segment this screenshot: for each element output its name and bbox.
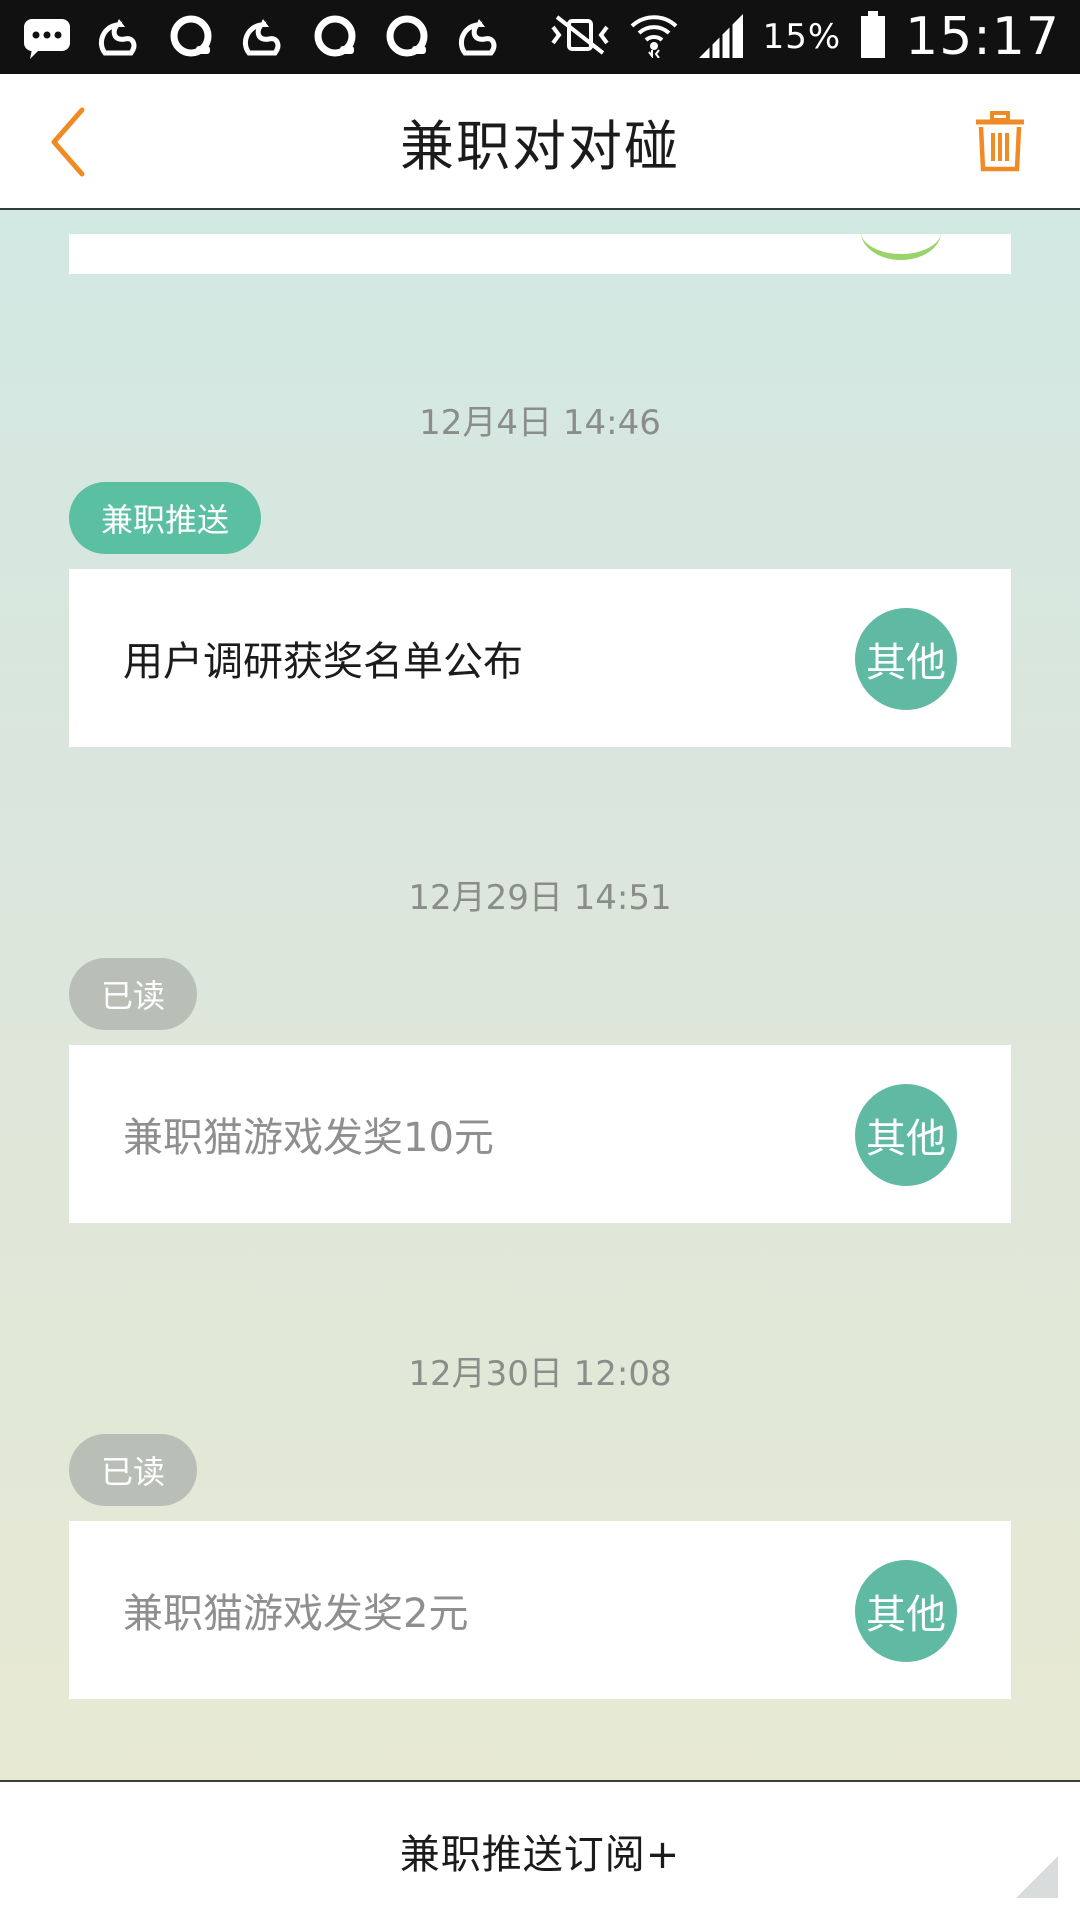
category-badge: 其他	[855, 608, 957, 710]
uc-browser-icon	[94, 12, 144, 62]
battery-icon	[859, 10, 887, 64]
message-card[interactable]: 用户调研获奖名单公布 其他	[69, 569, 1011, 747]
uc-browser-icon	[238, 12, 288, 62]
delete-button[interactable]	[970, 104, 1030, 180]
category-badge: 其他	[855, 1084, 957, 1186]
message-list[interactable]: 12月4日 14:46 兼职推送 用户调研获奖名单公布 其他 12月29日 14…	[0, 210, 1080, 1780]
category-badge: 其他	[855, 1560, 957, 1662]
message-card-partial[interactable]	[69, 234, 1011, 274]
clock: 15:17	[905, 7, 1060, 67]
signal-icon	[697, 12, 745, 62]
qq-icon	[382, 12, 432, 62]
message-timestamp: 12月30日 12:08	[408, 1354, 672, 1394]
qq-icon	[310, 12, 360, 62]
trash-icon	[976, 111, 1024, 172]
vibrate-mute-icon	[549, 15, 611, 59]
message-title: 兼职猫游戏发奖2元	[123, 1591, 469, 1637]
app-header: 兼职对对碰	[0, 74, 1080, 210]
notification-icons	[22, 0, 504, 74]
message-timestamp: 12月4日 14:46	[419, 403, 661, 443]
subscribe-button[interactable]: 兼职推送订阅+	[0, 1782, 1080, 1920]
page-title: 兼职对对碰	[400, 114, 680, 178]
chat-bubble-icon	[22, 12, 72, 62]
message-timestamp: 12月29日 14:51	[408, 878, 672, 918]
uc-browser-icon	[454, 12, 504, 62]
resize-corner-icon	[1016, 1856, 1058, 1898]
qq-icon	[166, 12, 216, 62]
message-title: 兼职猫游戏发奖10元	[123, 1115, 494, 1161]
status-tag-push: 兼职推送	[69, 482, 262, 554]
message-card[interactable]: 兼职猫游戏发奖10元 其他	[69, 1045, 1011, 1223]
wifi-icon	[629, 12, 679, 62]
status-tag-read: 已读	[69, 958, 198, 1030]
status-tag-read: 已读	[69, 1434, 198, 1506]
category-badge-partial	[861, 210, 941, 260]
bottom-bar: 兼职推送订阅+	[0, 1780, 1080, 1920]
status-bar: 15% 15:17	[0, 0, 1080, 74]
message-card[interactable]: 兼职猫游戏发奖2元 其他	[69, 1521, 1011, 1699]
battery-percent: 15%	[762, 17, 842, 57]
system-status: 15% 15:17	[549, 0, 1060, 74]
message-title: 用户调研获奖名单公布	[123, 639, 523, 685]
